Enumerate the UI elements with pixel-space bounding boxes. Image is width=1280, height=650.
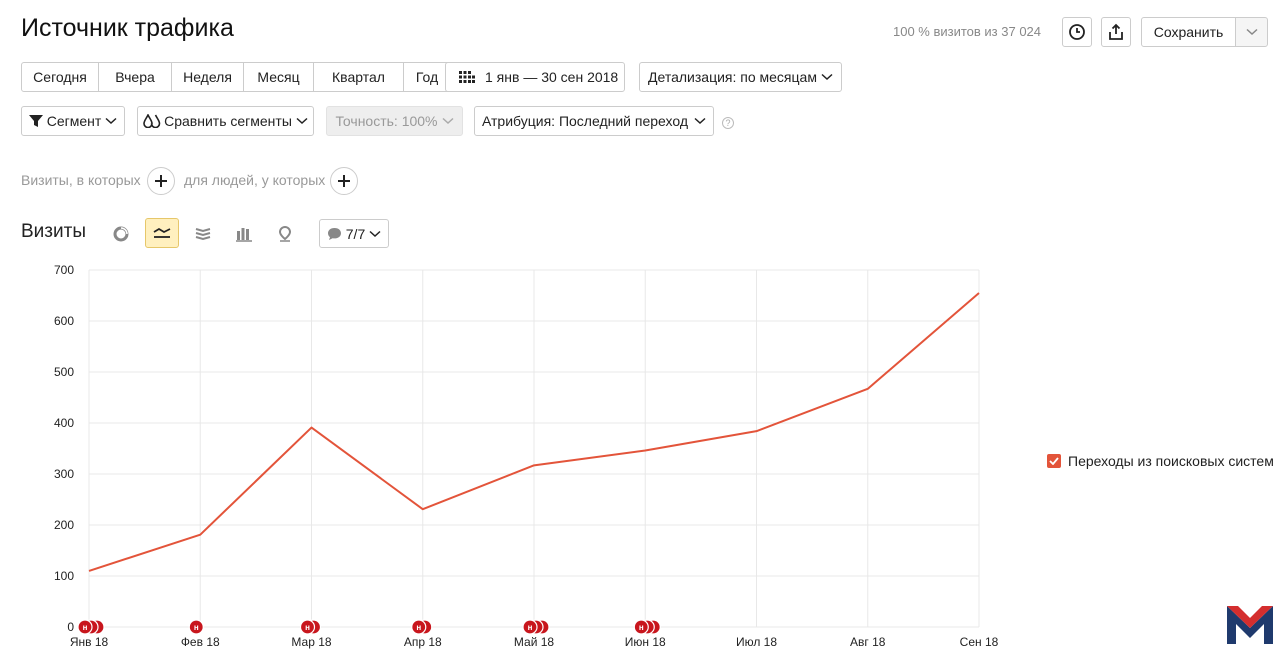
brand-logo — [1227, 606, 1273, 644]
attribution-dropdown[interactable]: Атрибуция: Последний переход — [474, 106, 714, 136]
plus-icon — [338, 175, 350, 187]
detail-dropdown[interactable]: Детализация: по месяцам — [639, 62, 842, 92]
save-button[interactable]: Сохранить — [1141, 17, 1236, 47]
chevron-down-icon — [105, 117, 117, 125]
y-tick-label: 100 — [54, 569, 74, 583]
x-tick-label: Авг 18 — [850, 635, 886, 649]
y-tick-label: 0 — [67, 620, 74, 634]
chevron-down-icon — [442, 117, 454, 125]
plus-icon — [155, 175, 167, 187]
x-tick-label: Июл 18 — [736, 635, 777, 649]
drops-icon — [143, 114, 161, 128]
x-tick-label: Мар 18 — [291, 635, 331, 649]
pie-chart-button[interactable] — [104, 219, 138, 249]
note-marker-label: н — [194, 623, 199, 632]
save-options-button[interactable] — [1235, 17, 1268, 47]
date-range-button[interactable]: 1 янв — 30 сен 2018 — [445, 62, 625, 92]
segment-dropdown[interactable]: Сегмент — [21, 106, 125, 136]
chevron-down-icon — [821, 73, 833, 81]
chevron-down-icon — [694, 117, 706, 125]
period-quarter[interactable]: Квартал — [314, 62, 404, 92]
check-icon — [1049, 457, 1059, 465]
bar-chart-button[interactable] — [227, 219, 261, 249]
add-visit-condition-button[interactable] — [147, 167, 175, 195]
calendar-icon — [459, 71, 475, 83]
chevron-down-icon — [1245, 28, 1258, 36]
notes-count: 7/7 — [345, 225, 366, 242]
map-chart-button[interactable] — [268, 219, 302, 249]
export-button[interactable] — [1101, 17, 1131, 47]
note-marker-label: н — [528, 623, 533, 632]
period-week[interactable]: Неделя — [172, 62, 244, 92]
pie-chart-icon — [113, 226, 129, 242]
y-tick-label: 600 — [54, 314, 74, 328]
history-button[interactable] — [1062, 17, 1092, 47]
map-pin-icon — [278, 226, 292, 242]
people-filter-label: для людей, у которых — [184, 172, 326, 188]
compare-segments-label: Сравнить сегменты — [164, 113, 292, 129]
x-tick-label: Май 18 — [514, 635, 555, 649]
share-icon — [1109, 23, 1123, 40]
note-marker-label: н — [305, 623, 310, 632]
legend-label: Переходы из поисковых систем — [1068, 453, 1274, 469]
line-chart: 0 100 200 300 400 500 600 700 Янв 18 Фев 18 Мар 18… — [54, 263, 999, 649]
chevron-down-icon — [369, 230, 381, 237]
x-tick-label: Янв 18 — [70, 635, 109, 649]
note-marker-label: н — [416, 623, 421, 632]
date-range-label: 1 янв — 30 сен 2018 — [485, 69, 619, 85]
accuracy-dropdown[interactable]: Точность: 100% — [326, 106, 463, 136]
x-tick-label: Апр 18 — [404, 635, 442, 649]
period-selector: Сегодня Вчера Неделя Месяц Квартал Год — [21, 62, 451, 92]
y-tick-label: 300 — [54, 467, 74, 481]
period-year[interactable]: Год — [404, 62, 451, 92]
chart-legend: Переходы из поисковых систем — [1047, 453, 1274, 469]
y-tick-label: 700 — [54, 263, 74, 277]
period-today[interactable]: Сегодня — [21, 62, 99, 92]
compare-segments-dropdown[interactable]: Сравнить сегменты — [137, 106, 314, 136]
stacked-area-icon — [195, 228, 211, 241]
attribution-label: Атрибуция: Последний переход — [481, 113, 688, 129]
bar-chart-icon — [236, 227, 252, 242]
x-tick-label: Июн 18 — [625, 635, 666, 649]
accuracy-label: Точность: 100% — [335, 113, 438, 129]
area-chart-button[interactable] — [186, 219, 220, 249]
line-chart-button[interactable] — [145, 218, 179, 248]
period-yesterday[interactable]: Вчера — [99, 62, 172, 92]
note-marker-label: н — [83, 623, 88, 632]
clock-icon — [1069, 24, 1085, 40]
legend-checkbox[interactable] — [1047, 454, 1061, 468]
comment-icon — [327, 227, 341, 240]
y-tick-label: 200 — [54, 518, 74, 532]
visits-summary: 100 % визитов из 37 024 — [893, 24, 1042, 39]
line-chart-icon — [153, 227, 171, 238]
note-marker-label: н — [639, 623, 644, 632]
chart-title: Визиты — [21, 221, 86, 242]
period-month[interactable]: Месяц — [244, 62, 314, 92]
notes-dropdown[interactable]: 7/7 — [319, 219, 389, 248]
add-people-condition-button[interactable] — [330, 167, 358, 195]
chevron-down-icon — [296, 117, 308, 125]
detail-label: Детализация: по месяцам — [648, 69, 817, 85]
x-tick-label: Сен 18 — [960, 635, 999, 649]
page-title: Источник трафика — [21, 14, 234, 42]
filter-icon — [28, 115, 43, 127]
segment-label: Сегмент — [46, 113, 102, 129]
x-tick-label: Фев 18 — [181, 635, 220, 649]
y-tick-label: 500 — [54, 365, 74, 379]
help-icon[interactable]: ? — [722, 117, 734, 129]
y-tick-label: 400 — [54, 416, 74, 430]
visits-filter-label: Визиты, в которых — [21, 172, 141, 188]
